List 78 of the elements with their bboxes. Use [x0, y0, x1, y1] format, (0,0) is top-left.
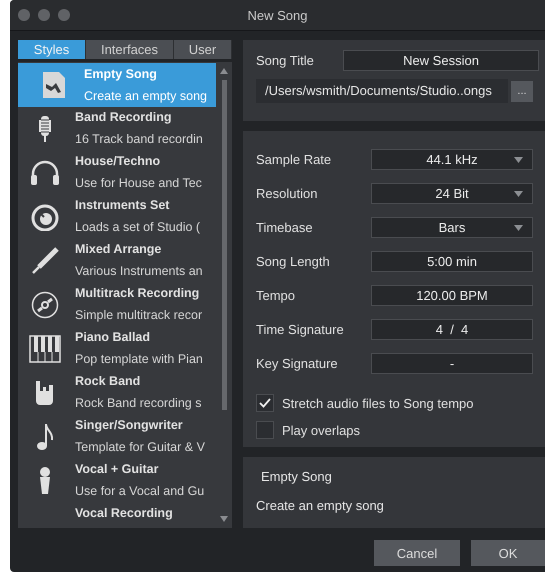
window-control-icon[interactable] [38, 9, 50, 21]
template-item[interactable]: Piano Ballad Pop template with Pian [18, 327, 216, 371]
template-name: Piano Ballad [75, 329, 152, 346]
piano-keys-icon [28, 335, 60, 363]
dropdown[interactable]: 44.1 kHz [371, 148, 533, 170]
template-description: Pop template with Pian [75, 351, 203, 368]
dropdown[interactable]: 24 Bit [371, 182, 533, 204]
setting-label: Time Signature [256, 322, 345, 337]
setting-label: Timebase [256, 220, 314, 235]
description-text: Create an empty song [256, 498, 385, 513]
input-field[interactable]: 120.00 BPM [371, 284, 533, 306]
template-name: Band Recording [75, 109, 173, 126]
caret-icon [514, 190, 523, 197]
template-description: Rock Band recording s [75, 395, 202, 412]
checkbox[interactable] [256, 394, 274, 412]
template-item[interactable]: Mixed Arrange Various Instruments an [18, 239, 216, 283]
window-title: New Song [248, 8, 308, 22]
template-description: 16 Track band recordin [75, 131, 203, 148]
description-title: Empty Song [260, 468, 333, 484]
window-control-icon[interactable] [58, 9, 70, 21]
caret-icon [514, 156, 523, 163]
window-control-icon[interactable] [18, 9, 30, 21]
path-field[interactable]: /Users/wsmith/Documents/Studio..ongs [256, 79, 508, 103]
template-name: House/Techno [75, 153, 162, 170]
music-note-icon [36, 422, 54, 452]
song-title-field[interactable]: New Session [343, 50, 539, 71]
template-item[interactable]: Vocal Recording [18, 503, 216, 525]
tab[interactable]: User [174, 40, 232, 59]
microphone-icon [38, 467, 50, 495]
template-description: Various Instruments an [75, 263, 203, 280]
template-description: Use for House and Tec [75, 175, 202, 192]
template-item[interactable]: Band Recording 16 Track band recordin [18, 107, 216, 151]
template-name: Singer/Songwriter [75, 417, 184, 434]
setting-label: Sample Rate [256, 152, 332, 167]
input-field[interactable]: 5:00 min [371, 250, 533, 272]
field-label: Song Title [256, 53, 315, 68]
template-description: Create an empty song [84, 88, 207, 105]
template-item[interactable]: Singer/Songwriter Template for Guitar & V [18, 415, 216, 459]
dropdown[interactable]: Bars [371, 216, 533, 238]
caret-icon [514, 224, 523, 231]
knob-icon [30, 203, 58, 231]
template-item[interactable]: Rock Band Rock Band recording s [18, 371, 216, 415]
browse-button[interactable]: ... [511, 80, 533, 102]
template-item[interactable]: Multitrack Recording Simple multitrack recor [18, 283, 216, 327]
hand-icon [34, 379, 56, 407]
microphone-icon [38, 115, 52, 143]
input-field[interactable]: - [371, 352, 533, 374]
checkbox[interactable] [256, 421, 274, 440]
template-description: Use for a Vocal and Gu [75, 483, 204, 500]
document-icon [42, 71, 66, 99]
template-name: Vocal Recording [75, 505, 173, 522]
template-item[interactable]: Instruments Set Loads a set of Studio ( [18, 195, 216, 239]
input-field[interactable]: 4 / 4 [371, 318, 533, 340]
template-name: Empty Song [84, 66, 158, 83]
scroll-up-icon[interactable] [220, 68, 228, 74]
template-name: Vocal + Guitar [75, 461, 160, 478]
template-name: Mixed Arrange [75, 241, 162, 258]
dialog-button[interactable]: Cancel [374, 540, 460, 566]
template-item[interactable]: House/Techno Use for House and Tec [18, 151, 216, 195]
setting-label: Tempo [256, 288, 296, 303]
disc-icon [30, 291, 58, 319]
setting-label: Resolution [256, 186, 318, 201]
checkbox-label: Play overlaps [282, 422, 360, 438]
template-name: Instruments Set [75, 197, 170, 214]
template-description: Simple multitrack recor [75, 307, 202, 324]
template-item[interactable]: Vocal + Guitar Use for a Vocal and Gu [18, 459, 216, 503]
headphones-icon [30, 160, 60, 186]
setting-label: Song Length [256, 254, 331, 269]
template-description: Template for Guitar & V [75, 439, 205, 456]
tab[interactable]: Interfaces [86, 40, 174, 59]
setting-label: Key Signature [256, 356, 339, 371]
template-description: Loads a set of Studio ( [75, 219, 200, 236]
scroll-down-icon[interactable] [220, 516, 228, 522]
template-name: Multitrack Recording [75, 285, 200, 302]
template-name: Rock Band [75, 373, 142, 390]
dialog-button[interactable]: OK [471, 540, 545, 566]
checkbox-label: Stretch audio files to Song tempo [282, 396, 474, 411]
cable-icon [30, 247, 58, 275]
